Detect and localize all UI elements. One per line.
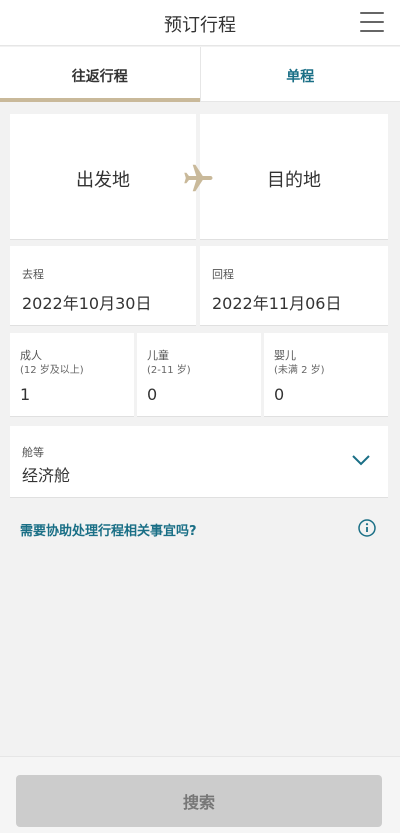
plane-icon <box>184 164 213 192</box>
tab-oneway[interactable]: 单程 <box>201 47 400 101</box>
search-button[interactable]: 搜索 <box>16 775 382 827</box>
footer: 搜索 <box>0 756 400 833</box>
infant-count-field[interactable]: 婴儿 (未满 2 岁) 0 <box>264 333 388 417</box>
cabin-class-value: 经济舱 <box>22 466 71 485</box>
origin-label: 出发地 <box>76 170 130 191</box>
chevron-down-icon <box>352 455 370 466</box>
child-age-note: (2-11 岁) <box>147 365 191 376</box>
origin-field[interactable]: 出发地 <box>10 114 196 240</box>
trip-type-tabs: 往返行程 单程 <box>0 47 400 102</box>
cabin-class-label: 舱等 <box>22 446 44 459</box>
return-date-label: 回程 <box>212 268 234 281</box>
depart-date-field[interactable]: 去程 2022年10月30日 <box>10 246 196 326</box>
depart-date-label: 去程 <box>22 268 44 281</box>
child-count-field[interactable]: 儿童 (2-11 岁) 0 <box>137 333 261 417</box>
page-title: 预订行程 <box>164 15 236 36</box>
info-icon[interactable] <box>358 519 376 537</box>
depart-date-value: 2022年10月30日 <box>22 294 152 313</box>
child-count-value: 0 <box>147 385 158 404</box>
destination-label: 目的地 <box>267 170 321 191</box>
help-link[interactable]: 需要协助处理行程相关事宜吗? <box>20 520 197 539</box>
cabin-class-select[interactable]: 舱等 经济舱 <box>10 426 388 498</box>
return-date-field[interactable]: 回程 2022年11月06日 <box>200 246 388 326</box>
return-date-value: 2022年11月06日 <box>212 294 342 313</box>
adult-count-value: 1 <box>20 385 31 404</box>
menu-icon[interactable] <box>360 12 384 32</box>
tab-roundtrip[interactable]: 往返行程 <box>0 47 201 102</box>
infant-age-note: (未满 2 岁) <box>274 365 325 376</box>
adult-count-field[interactable]: 成人 (12 岁及以上) 1 <box>10 333 134 417</box>
adult-age-note: (12 岁及以上) <box>20 365 84 376</box>
header: 预订行程 <box>0 0 400 46</box>
destination-field[interactable]: 目的地 <box>200 114 388 240</box>
infant-count-value: 0 <box>274 385 285 404</box>
